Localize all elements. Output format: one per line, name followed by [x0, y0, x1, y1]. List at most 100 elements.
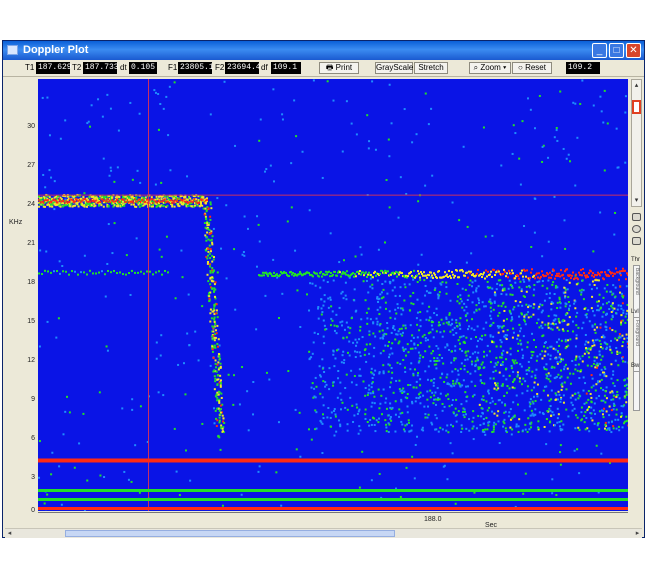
signal-dot — [116, 272, 118, 275]
signal-dot — [617, 166, 620, 169]
zoom-in-icon[interactable] — [632, 213, 641, 221]
signal-dot — [584, 314, 587, 317]
signal-dot — [510, 272, 512, 275]
signal-dot — [388, 310, 391, 313]
signal-dot — [214, 362, 217, 365]
title-bar[interactable]: Doppler Plot _ □ ✕ — [3, 41, 644, 60]
signal-dot — [157, 93, 160, 96]
signal-dot — [560, 369, 563, 372]
signal-dot — [467, 276, 469, 279]
signal-dot — [525, 290, 528, 293]
maximize-button[interactable]: □ — [609, 43, 624, 58]
signal-dot — [571, 274, 573, 277]
signal-dot — [488, 392, 491, 395]
signal-dot — [216, 407, 219, 410]
signal-dot — [451, 322, 454, 325]
signal-dot — [438, 291, 441, 294]
spectrogram-plot[interactable] — [38, 79, 628, 511]
signal-dot — [619, 351, 622, 354]
signal-dot — [357, 410, 360, 413]
signal-dot — [364, 417, 367, 420]
signal-dot — [481, 338, 484, 341]
signal-dot — [166, 204, 169, 207]
signal-dot — [603, 336, 606, 339]
signal-dot — [86, 205, 88, 208]
signal-dot — [549, 409, 552, 412]
signal-dot — [548, 297, 551, 300]
signal-dot — [512, 401, 515, 404]
signal-dot — [458, 219, 461, 222]
signal-dot — [558, 393, 561, 396]
signal-dot — [416, 323, 419, 326]
signal-dot — [314, 376, 317, 379]
signal-dot — [480, 272, 482, 275]
scroll-left-icon[interactable]: ◂ — [5, 529, 14, 538]
zoom-button[interactable]: ⌕ Zoom ▾ — [469, 62, 511, 74]
signal-dot — [519, 363, 522, 366]
horizontal-scrollbar[interactable]: ◂ ▸ — [5, 528, 642, 538]
signal-dot — [392, 325, 395, 328]
signal-dot — [211, 243, 214, 246]
signal-dot — [375, 274, 377, 277]
signal-dot — [398, 408, 401, 411]
signal-dot — [562, 394, 565, 397]
horizontal-scroll-thumb[interactable] — [65, 530, 395, 537]
signal-dot — [341, 272, 343, 275]
vertical-scrollbar[interactable]: ▴ ▾ — [631, 79, 642, 207]
scroll-down-icon[interactable]: ▾ — [632, 196, 641, 204]
stretch-button[interactable]: Stretch — [414, 62, 448, 74]
grayscale-button[interactable]: GrayScale — [375, 62, 413, 74]
signal-dot — [505, 293, 508, 296]
signal-dot — [411, 347, 414, 350]
signal-dot — [135, 237, 138, 240]
signal-dot — [389, 282, 392, 285]
vertical-scroll-thumb[interactable] — [632, 100, 641, 114]
signal-dot — [80, 271, 82, 274]
signal-dot — [368, 330, 371, 333]
signal-dot — [123, 204, 126, 207]
signal-dot — [105, 345, 108, 348]
signal-dot — [559, 451, 562, 454]
signal-dot — [603, 366, 606, 369]
signal-dot — [206, 231, 209, 234]
print-button[interactable]: 🖶 Print — [319, 62, 359, 74]
signal-dot — [451, 201, 454, 204]
signal-dot — [503, 418, 506, 421]
bandwidth-slider[interactable] — [633, 371, 640, 411]
zoom-out-icon[interactable] — [632, 225, 641, 233]
signal-dot — [472, 291, 475, 294]
signal-dot — [64, 119, 67, 122]
minimize-button[interactable]: _ — [592, 43, 607, 58]
signal-dot — [531, 412, 534, 415]
signal-dot — [579, 102, 582, 105]
signal-dot — [498, 325, 501, 328]
signal-dot — [424, 339, 427, 342]
signal-dot — [295, 135, 298, 138]
signal-dot — [437, 324, 440, 327]
signal-dot — [208, 299, 211, 302]
signal-dot — [625, 285, 628, 288]
scroll-up-icon[interactable]: ▴ — [632, 81, 641, 89]
signal-dot — [158, 248, 161, 251]
signal-dot — [388, 155, 391, 158]
signal-dot — [348, 340, 351, 343]
close-button[interactable]: ✕ — [626, 43, 641, 58]
signal-dot — [544, 323, 547, 326]
signal-dot — [38, 345, 41, 348]
signal-dot — [43, 502, 46, 505]
signal-dot — [345, 298, 348, 301]
signal-dot — [560, 339, 563, 342]
signal-dot — [615, 312, 618, 315]
signal-dot — [407, 421, 410, 424]
settings-icon[interactable] — [632, 237, 641, 245]
signal-dot — [403, 366, 406, 369]
signal-dot — [602, 303, 605, 306]
signal-dot — [471, 318, 474, 321]
signal-dot — [99, 200, 102, 203]
signal-dot — [436, 387, 439, 390]
reset-button[interactable]: ○ Reset — [512, 62, 552, 74]
signal-dot — [604, 271, 606, 274]
scroll-right-icon[interactable]: ▸ — [633, 529, 642, 538]
signal-dot — [426, 398, 429, 401]
signal-dot — [360, 253, 363, 256]
